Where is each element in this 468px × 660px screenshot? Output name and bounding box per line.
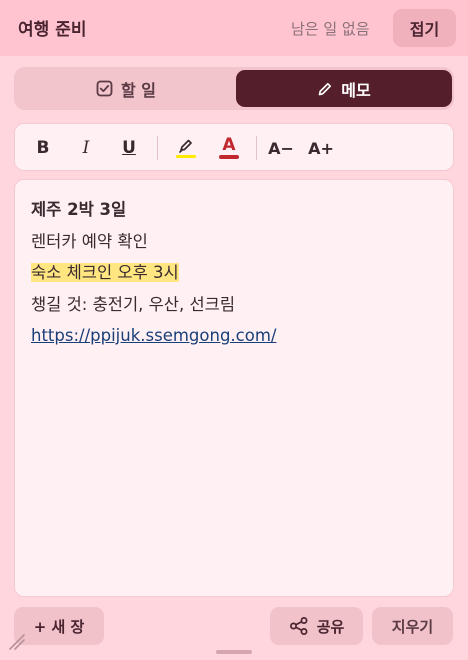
tab-todo-label: 할 일 (120, 80, 156, 100)
fold-button[interactable]: 접기 (393, 9, 456, 47)
tab-memo[interactable]: 메모 (236, 70, 452, 107)
underline-button[interactable]: U (118, 133, 140, 163)
clear-button[interactable]: 지우기 (372, 607, 453, 645)
share-icon (289, 617, 308, 635)
memo-line: 렌터카 예약 확인 (31, 231, 148, 251)
text-color-button[interactable]: A (216, 133, 242, 163)
highlighter-icon (179, 139, 192, 153)
highlight-button[interactable] (173, 133, 199, 163)
memo-line: 챙길 것: 충전기, 우산, 선크림 (31, 294, 236, 314)
header: 여행 준비 남은 일 없음 접기 (0, 0, 468, 56)
share-button[interactable]: 공유 (270, 607, 363, 645)
pencil-icon (318, 82, 332, 95)
tab-todo[interactable]: 할 일 (18, 70, 234, 107)
text-color-swatch (219, 155, 239, 159)
remaining-status: 남은 일 없음 (291, 20, 370, 38)
resize-grip-icon[interactable] (8, 633, 26, 651)
highlighted-text: 숙소 체크인 오후 3시 (31, 263, 179, 282)
italic-button[interactable]: I (75, 133, 97, 163)
drag-handle[interactable] (216, 650, 252, 654)
toolbar-divider (256, 136, 257, 160)
memo-link[interactable]: https://ppijuk.ssemgong.com/ (31, 326, 276, 345)
format-toolbar: B I U A A− A+ (14, 123, 454, 171)
memo-line: https://ppijuk.ssemgong.com/ (31, 320, 437, 352)
tab-bar: 할 일 메모 (14, 67, 454, 110)
memo-editor[interactable]: 제주 2박 3일 렌터카 예약 확인 숙소 체크인 오후 3시 챙길 것: 충전… (14, 179, 454, 597)
new-page-button[interactable]: + 새 장 (14, 607, 104, 645)
decrease-font-button[interactable]: A− (268, 133, 294, 163)
checkbox-icon (96, 80, 113, 97)
increase-font-button[interactable]: A+ (307, 133, 335, 163)
text-color-label: A (222, 135, 236, 155)
memo-line: 제주 2박 3일 (31, 200, 127, 219)
share-label: 공유 (316, 617, 345, 636)
memo-line: 숙소 체크인 오후 3시 (31, 257, 437, 289)
bold-button[interactable]: B (32, 133, 54, 163)
page-title: 여행 준비 (18, 20, 87, 40)
tab-memo-label: 메모 (341, 80, 371, 100)
toolbar-divider (157, 136, 158, 160)
highlight-color-swatch (176, 155, 196, 158)
